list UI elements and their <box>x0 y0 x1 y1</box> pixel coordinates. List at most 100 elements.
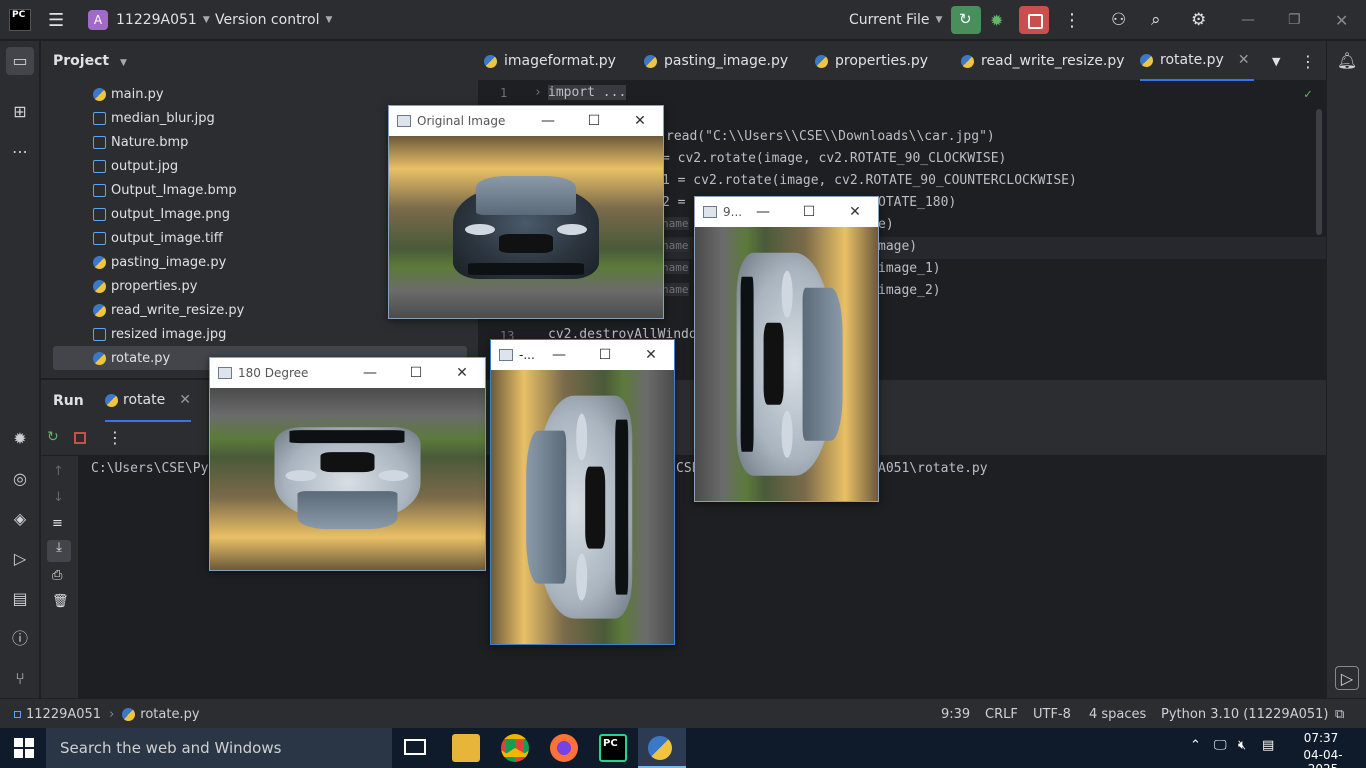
clock-time[interactable]: 07:37 <box>1296 731 1346 745</box>
scroll-to-end-icon[interactable]: ⤓ <box>47 540 71 562</box>
rerun-icon[interactable]: ↻ <box>47 429 59 445</box>
chevron-down-icon: ▼ <box>1272 54 1281 68</box>
tab-properties[interactable]: properties.py <box>815 41 928 81</box>
windows-start-icon[interactable] <box>14 738 34 758</box>
stop-button[interactable] <box>1019 6 1049 34</box>
original-image-window[interactable]: Original Image — ☐ ✕ <box>388 105 664 319</box>
gear-icon: ⚙ <box>1191 10 1207 30</box>
breadcrumb-file[interactable]: rotate.py <box>140 707 199 722</box>
lock-icon[interactable]: ⧉ <box>1335 699 1344 729</box>
tab-list-button[interactable]: ▼ <box>1272 41 1280 81</box>
maximize-button[interactable]: ❐ <box>1288 0 1301 40</box>
chevron-up-icon[interactable]: ⌃ <box>1190 738 1201 753</box>
soft-wrap-icon[interactable]: ≡ <box>52 516 63 531</box>
editor-scrollbar[interactable] <box>1316 109 1322 235</box>
services-tool-button[interactable]: ▷ <box>8 547 32 571</box>
minimize-icon[interactable]: — <box>347 358 393 388</box>
caret-position[interactable]: 9:39 <box>941 699 970 729</box>
main-menu-button[interactable]: ☰ <box>48 0 64 40</box>
warning-icon: ⓘ <box>11 629 28 648</box>
python-packages-button[interactable]: ◎ <box>8 467 32 491</box>
rotated-180-window[interactable]: 180 Degree — ☐ ✕ <box>209 357 486 571</box>
python-interpreter[interactable]: Python 3.10 (11229A051) <box>1161 699 1328 729</box>
add-user-button[interactable]: ⚇ <box>1111 0 1126 40</box>
arrow-up-icon[interactable]: ↑ <box>53 464 64 479</box>
tab-read-write-resize[interactable]: read_write_resize.py <box>961 41 1125 81</box>
tab-more-button[interactable]: ⋮ <box>1300 41 1316 81</box>
more-vertical-icon[interactable]: ⋮ <box>107 428 123 447</box>
fold-chevron-icon[interactable]: › <box>534 85 542 100</box>
trash-icon[interactable]: 🗑︎ <box>52 594 69 609</box>
close-button[interactable]: ✕ <box>1335 0 1348 40</box>
close-icon[interactable]: ✕ <box>832 197 878 227</box>
code-line: OTATE_180) <box>878 195 957 210</box>
chrome-icon[interactable] <box>501 734 529 762</box>
project-selector[interactable]: A 11229A051 ▼ <box>88 0 210 40</box>
maximize-icon[interactable]: ☐ <box>571 106 617 136</box>
network-icon[interactable]: 🖵︎ <box>1214 738 1227 753</box>
inlay-hint: name <box>662 239 689 252</box>
line-separator[interactable]: CRLF <box>985 699 1018 729</box>
task-view-icon[interactable] <box>404 739 426 755</box>
rotated-ccw-window[interactable]: 9... — ☐ ✕ <box>694 196 879 502</box>
rotated-cw-window[interactable]: -... — ☐ ✕ <box>490 339 675 645</box>
file-name: read_write_resize.py <box>111 302 245 318</box>
maximize-icon[interactable]: ☐ <box>786 197 832 227</box>
volume-icon[interactable]: 🔇︎ <box>1238 738 1246 753</box>
more-actions-button[interactable]: ⋮ <box>1063 0 1081 40</box>
window-controls: — ☐ ✕ <box>536 340 674 370</box>
git-tool-button[interactable]: ⑂ <box>8 667 32 691</box>
search-button[interactable]: ⌕ <box>1151 0 1161 40</box>
print-icon[interactable]: ⎙ <box>52 568 62 583</box>
taskbar-search-input[interactable]: Search the web and Windows <box>46 728 392 768</box>
layers-tool-button[interactable]: ◈ <box>8 507 32 531</box>
pycharm-taskbar-icon[interactable]: PC <box>599 734 627 762</box>
minimize-icon[interactable]: — <box>536 340 582 370</box>
terminal-tool-button[interactable]: ▤ <box>8 587 32 611</box>
maximize-icon[interactable]: ☐ <box>582 340 628 370</box>
tab-imageformat[interactable]: imageformat.py <box>484 41 616 81</box>
close-icon[interactable]: ✕ <box>179 392 191 408</box>
action-center-icon[interactable]: ▤ <box>1262 738 1274 753</box>
file-explorer-icon[interactable] <box>452 734 480 762</box>
breadcrumb-project[interactable]: 11229A051 <box>26 707 101 722</box>
run-widget-button[interactable]: ▷ <box>1335 666 1359 690</box>
settings-button[interactable]: ⚙ <box>1191 0 1206 40</box>
project-panel-title[interactable]: Project ▼ <box>53 53 127 69</box>
more-tools-button[interactable]: ⋯ <box>8 140 32 164</box>
maximize-icon[interactable]: ☐ <box>393 358 439 388</box>
close-icon[interactable]: ✕ <box>1238 52 1250 68</box>
debug-tool-button[interactable]: ✹ <box>8 427 32 451</box>
close-icon[interactable]: ✕ <box>628 340 674 370</box>
rerun-button[interactable]: ↻ <box>951 6 981 34</box>
indent-setting[interactable]: 4 spaces <box>1089 699 1146 729</box>
vcs-menu[interactable]: Version control ▼ <box>215 0 332 40</box>
firefox-icon[interactable] <box>550 734 578 762</box>
project-tool-button[interactable]: ▭ <box>6 47 34 75</box>
arrow-down-icon[interactable]: ↓ <box>53 490 64 505</box>
run-tab-rotate[interactable]: rotate ✕ <box>105 380 191 422</box>
image-file-icon <box>93 183 106 197</box>
stop-icon[interactable] <box>74 432 86 444</box>
file-encoding[interactable]: UTF-8 <box>1033 699 1071 729</box>
chevron-down-icon: ▼ <box>935 15 943 25</box>
minimize-icon[interactable]: — <box>740 197 786 227</box>
notifications-button[interactable]: 🔔︎ <box>1335 49 1359 73</box>
debug-button[interactable]: ✹ <box>990 0 1003 40</box>
close-icon[interactable]: ✕ <box>439 358 485 388</box>
structure-tool-button[interactable]: ⊞ <box>8 100 32 124</box>
file-item[interactable]: main.py <box>93 82 507 106</box>
problems-tool-button[interactable]: ⓘ <box>8 627 32 651</box>
clock-date[interactable]: 04-04-2025 <box>1290 748 1356 768</box>
image-file-icon <box>93 327 106 341</box>
tab-rotate[interactable]: rotate.py ✕ <box>1140 41 1254 81</box>
close-icon[interactable]: ✕ <box>617 106 663 136</box>
minimize-icon[interactable]: — <box>525 106 571 136</box>
file-item[interactable]: resized image.jpg <box>93 322 507 346</box>
python-taskbar-button[interactable] <box>638 728 686 768</box>
window-controls: — ☐ ✕ <box>525 106 663 136</box>
tab-pasting-image[interactable]: pasting_image.py <box>644 41 788 81</box>
editor-tabs: imageformat.py pasting_image.py properti… <box>478 41 1326 81</box>
minimize-button[interactable]: — <box>1241 0 1255 40</box>
run-config-selector[interactable]: Current File ▼ <box>849 0 942 40</box>
